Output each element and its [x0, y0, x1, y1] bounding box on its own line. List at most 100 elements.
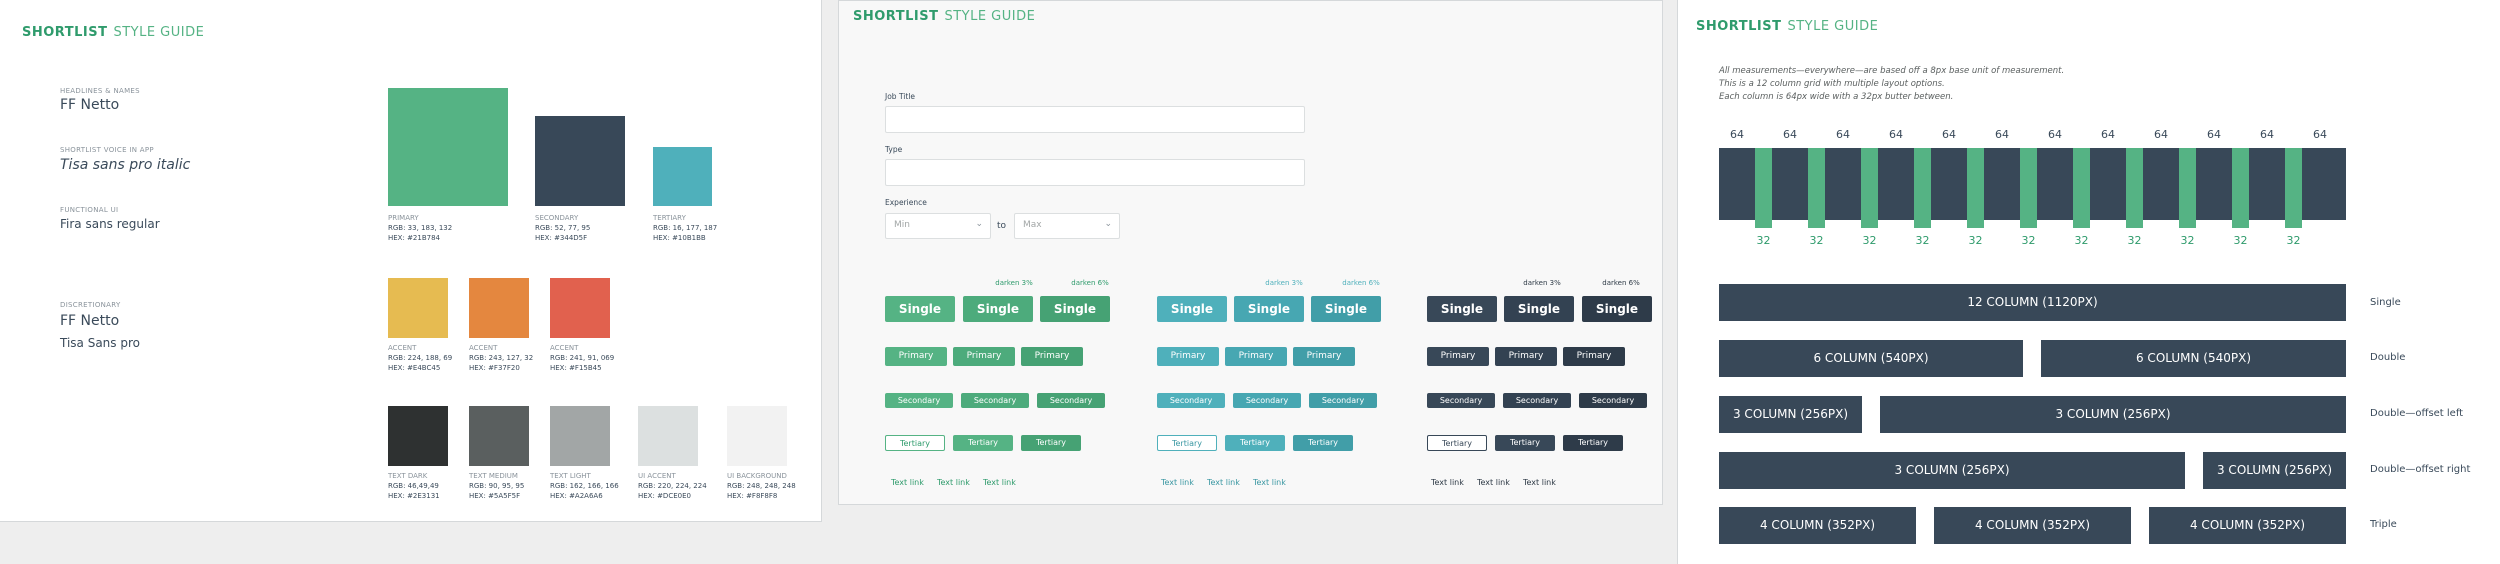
primary-button-green[interactable]: Primary: [885, 347, 947, 366]
primary-button-dark-darken-3[interactable]: Primary: [1495, 347, 1557, 366]
tertiary-button-teal[interactable]: Tertiary: [1225, 435, 1285, 451]
secondary-button-dark-darken-6[interactable]: Secondary: [1579, 393, 1647, 408]
grid-bar-offset-left-small: 3 COLUMN (256PX): [1719, 396, 1862, 433]
column-width-label: 64: [1942, 128, 1956, 141]
single-button-green-darken-6[interactable]: Single: [1040, 296, 1110, 322]
secondary-button-green[interactable]: Secondary: [885, 393, 953, 408]
column-width-label: 64: [2313, 128, 2327, 141]
job-title-input[interactable]: [885, 106, 1305, 133]
grid-bar-6-column-right: 6 COLUMN (540PX): [2041, 340, 2346, 377]
gutter-width-label: 32: [2021, 234, 2036, 247]
text-link-green-darken-6[interactable]: Text link: [983, 478, 1016, 487]
primary-button-dark[interactable]: Primary: [1427, 347, 1489, 366]
column-width-label: 64: [2260, 128, 2274, 141]
column-width-label: 64: [1836, 128, 1850, 141]
column-width-label: 64: [2207, 128, 2221, 141]
single-button-green-darken-3[interactable]: Single: [963, 296, 1033, 322]
secondary-button-green-darken-3[interactable]: Secondary: [961, 393, 1029, 408]
tertiary-button-dark[interactable]: Tertiary: [1495, 435, 1555, 451]
secondary-button-teal-darken-3[interactable]: Secondary: [1233, 393, 1301, 408]
tertiary-button-green-outline[interactable]: Tertiary: [885, 435, 945, 451]
text-link-teal-darken-6[interactable]: Text link: [1253, 478, 1286, 487]
row-label-triple: Triple: [2370, 519, 2397, 530]
single-button-green[interactable]: Single: [885, 296, 955, 322]
brand-subtitle: STYLE GUIDE: [113, 25, 205, 40]
gutter-stripe: [1914, 148, 1931, 228]
grid-description-1: All measurements—everywhere—are based of…: [1719, 66, 2065, 76]
text-link-dark-darken-3[interactable]: Text link: [1477, 478, 1510, 487]
gutter-stripe: [1755, 148, 1772, 228]
swatch-accent-orange-info: ACCENT RGB: 243, 127, 32 HEX: #F37F20: [469, 344, 534, 372]
primary-button-dark-darken-6[interactable]: Primary: [1563, 347, 1625, 366]
text-link-green-darken-3[interactable]: Text link: [937, 478, 970, 487]
brand-heading: SHORTLIST STYLE GUIDE: [22, 25, 204, 40]
swatch-tertiary: [653, 147, 712, 206]
brand-heading: SHORTLIST STYLE GUIDE: [853, 9, 1035, 24]
primary-button-green-darken-6[interactable]: Primary: [1021, 347, 1083, 366]
text-link-dark[interactable]: Text link: [1431, 478, 1464, 487]
swatch-accent-red-info: ACCENT RGB: 241, 91, 069 HEX: #F15B45: [550, 344, 615, 372]
grid-bar-4-column-1: 4 COLUMN (352PX): [1719, 507, 1916, 544]
secondary-button-teal-darken-6[interactable]: Secondary: [1309, 393, 1377, 408]
tertiary-button-green[interactable]: Tertiary: [953, 435, 1013, 451]
min-placeholder: Min: [894, 220, 910, 230]
swatch-secondary: [535, 116, 625, 206]
darken-6-label: darken 6%: [1342, 279, 1380, 287]
single-button-dark-darken-3[interactable]: Single: [1504, 296, 1574, 322]
gutter-width-label: 32: [2180, 234, 2195, 247]
single-button-dark-darken-6[interactable]: Single: [1582, 296, 1652, 322]
grid-bar-offset-right-large: 3 COLUMN (256PX): [1719, 452, 2185, 489]
column-width-label: 64: [2154, 128, 2168, 141]
tertiary-button-green-darken[interactable]: Tertiary: [1021, 435, 1081, 451]
row-label-single: Single: [2370, 297, 2401, 308]
gutter-stripe: [2179, 148, 2196, 228]
tertiary-button-teal-outline[interactable]: Tertiary: [1157, 435, 1217, 451]
tertiary-button-dark-outline[interactable]: Tertiary: [1427, 435, 1487, 451]
gutter-width-label: 32: [2286, 234, 2301, 247]
tertiary-button-teal-darken[interactable]: Tertiary: [1293, 435, 1353, 451]
swatch-text-light: [550, 406, 610, 466]
darken-3-label: darken 3%: [995, 279, 1033, 287]
grid-description-2: This is a 12 column grid with multiple l…: [1719, 79, 1945, 89]
secondary-button-dark-darken-3[interactable]: Secondary: [1503, 393, 1571, 408]
single-button-teal-darken-6[interactable]: Single: [1311, 296, 1381, 322]
single-button-teal-darken-3[interactable]: Single: [1234, 296, 1304, 322]
grid-bar-12-column: 12 COLUMN (1120PX): [1719, 284, 2346, 321]
font-caption-headlines: HEADLINES & NAMES: [60, 87, 140, 95]
gutter-width-label: 32: [2074, 234, 2089, 247]
row-label-double-offset-right: Double—offset right: [2370, 464, 2471, 475]
experience-min-select[interactable]: Min ⌄: [885, 213, 991, 239]
swatch-tertiary-info: TERTIARY RGB: 16, 177, 187 HEX: #10B1BB: [653, 214, 718, 242]
experience-max-select[interactable]: Max ⌄: [1014, 213, 1120, 239]
font-name-voice: Tisa sans pro italic: [60, 157, 191, 173]
grid-bar-4-column-3: 4 COLUMN (352PX): [2149, 507, 2346, 544]
text-link-teal[interactable]: Text link: [1161, 478, 1194, 487]
swatch-accent-orange: [469, 278, 529, 338]
secondary-button-dark[interactable]: Secondary: [1427, 393, 1495, 408]
font-name-discretionary: FF Netto: [60, 313, 120, 329]
font-caption-voice: SHORTLIST VOICE IN APP: [60, 146, 154, 154]
secondary-button-green-darken-6[interactable]: Secondary: [1037, 393, 1105, 408]
tertiary-button-dark-darken[interactable]: Tertiary: [1563, 435, 1623, 451]
single-button-dark[interactable]: Single: [1427, 296, 1497, 322]
single-button-teal[interactable]: Single: [1157, 296, 1227, 322]
primary-button-teal-darken-3[interactable]: Primary: [1225, 347, 1287, 366]
brand-subtitle: STYLE GUIDE: [1787, 19, 1879, 34]
type-input[interactable]: [885, 159, 1305, 186]
text-link-dark-darken-6[interactable]: Text link: [1523, 478, 1556, 487]
primary-button-teal[interactable]: Primary: [1157, 347, 1219, 366]
column-grid-diagram: 64 32 64 32 64 32 64 32 64 32 64 32 64 32 64 32 64 32 64 32…: [1719, 128, 2346, 263]
text-link-teal-darken-3[interactable]: Text link: [1207, 478, 1240, 487]
text-link-green[interactable]: Text link: [891, 478, 924, 487]
gutter-stripe: [2020, 148, 2037, 228]
secondary-button-teal[interactable]: Secondary: [1157, 393, 1225, 408]
swatch-primary-info: PRIMARY RGB: 33, 183, 132 HEX: #21B784: [388, 214, 453, 242]
grid-bar-6-column-left: 6 COLUMN (540PX): [1719, 340, 2023, 377]
primary-button-green-darken-3[interactable]: Primary: [953, 347, 1015, 366]
darken-6-label: darken 6%: [1602, 279, 1640, 287]
brand-name: SHORTLIST: [853, 9, 939, 24]
brand-subtitle: STYLE GUIDE: [944, 9, 1036, 24]
gutter-stripe: [1967, 148, 1984, 228]
brand-name: SHORTLIST: [1696, 19, 1782, 34]
primary-button-teal-darken-6[interactable]: Primary: [1293, 347, 1355, 366]
